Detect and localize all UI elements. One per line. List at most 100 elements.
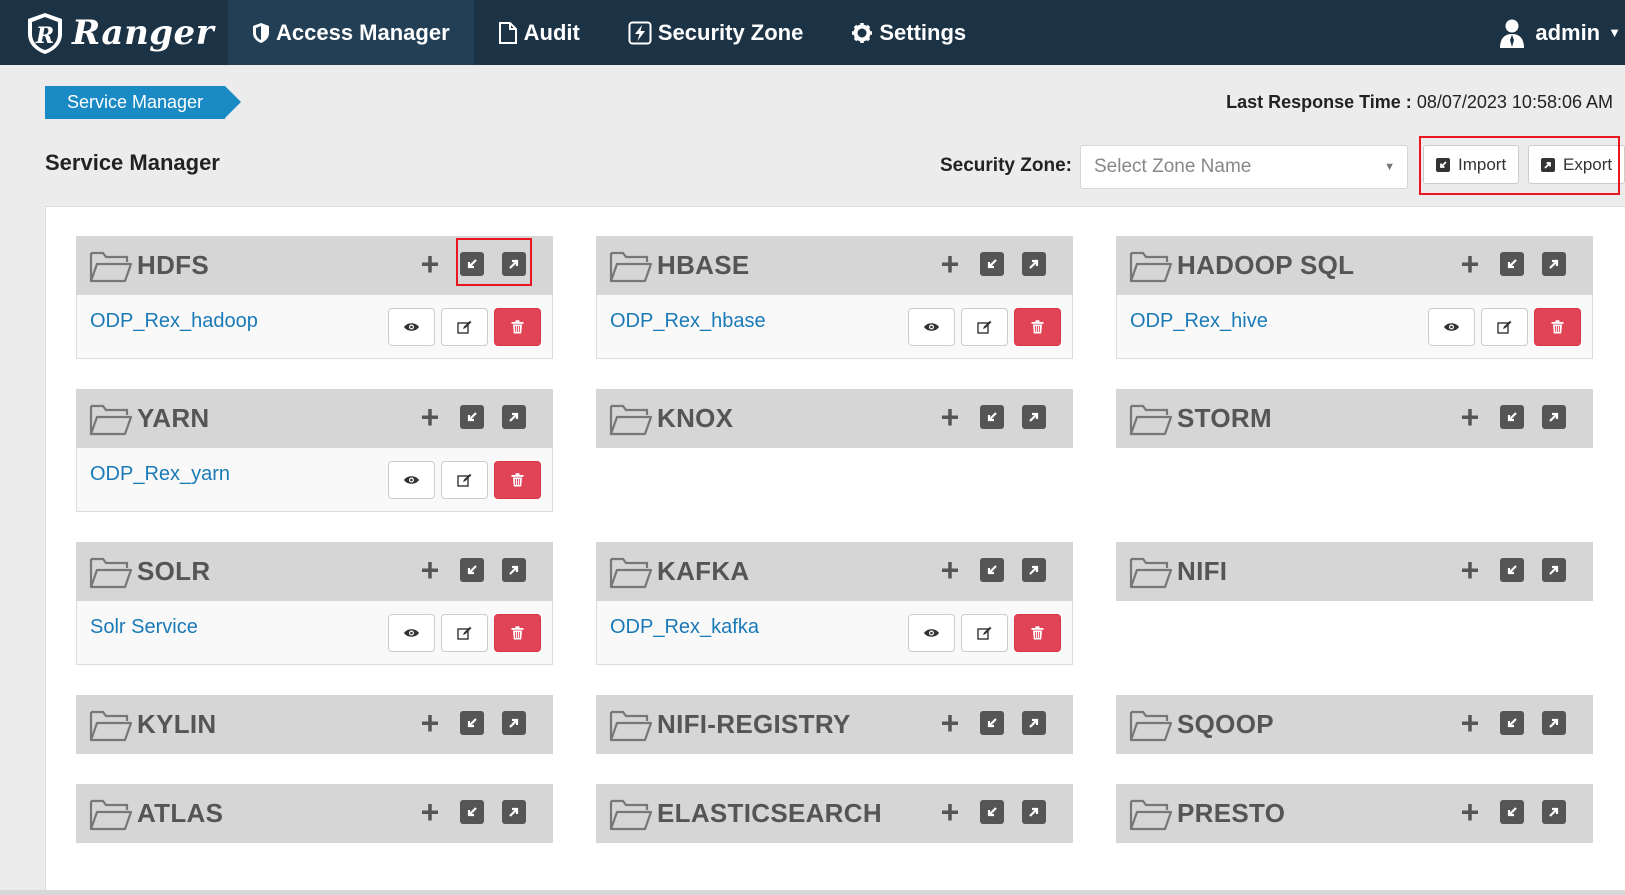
view-service-button[interactable] bbox=[908, 308, 955, 346]
export-service-button[interactable] bbox=[1540, 403, 1568, 431]
service-type-actions: + bbox=[1456, 554, 1582, 586]
export-service-button[interactable] bbox=[500, 709, 528, 737]
add-service-button[interactable]: + bbox=[936, 796, 964, 828]
import-service-button[interactable] bbox=[978, 798, 1006, 826]
add-service-button[interactable]: + bbox=[1456, 707, 1484, 739]
delete-service-button[interactable] bbox=[1534, 308, 1581, 346]
add-service-button[interactable]: + bbox=[1456, 248, 1484, 280]
user-menu[interactable]: admin ▼ bbox=[1499, 0, 1625, 65]
import-service-button[interactable] bbox=[1498, 403, 1526, 431]
service-card-header: SOLR + bbox=[76, 542, 553, 601]
import-service-button[interactable] bbox=[458, 709, 486, 737]
service-name-link[interactable]: Solr Service bbox=[90, 616, 198, 639]
import-service-button[interactable] bbox=[1498, 250, 1526, 278]
breadcrumb[interactable]: Service Manager bbox=[45, 86, 242, 119]
delete-service-button[interactable] bbox=[494, 308, 541, 346]
view-service-button[interactable] bbox=[908, 614, 955, 652]
edit-service-button[interactable] bbox=[441, 461, 488, 499]
export-service-button[interactable] bbox=[1540, 798, 1568, 826]
import-service-button[interactable] bbox=[458, 556, 486, 584]
service-name-link[interactable]: ODP_Rex_kafka bbox=[610, 616, 759, 639]
service-type-actions: + bbox=[936, 554, 1062, 586]
edit-service-button[interactable] bbox=[961, 308, 1008, 346]
delete-service-button[interactable] bbox=[1014, 614, 1061, 652]
service-card-header: NIFI + bbox=[1116, 542, 1593, 601]
security-zone-select[interactable]: Select Zone Name ▼ bbox=[1080, 145, 1408, 189]
add-service-button[interactable]: + bbox=[416, 248, 444, 280]
export-service-button[interactable] bbox=[1020, 709, 1048, 737]
import-service-button[interactable] bbox=[978, 250, 1006, 278]
service-type-title: SQOOP bbox=[1177, 709, 1274, 739]
import-icon bbox=[980, 558, 1004, 582]
nav-security-zone[interactable]: Security Zone bbox=[604, 0, 827, 65]
export-service-button[interactable] bbox=[1540, 250, 1568, 278]
add-service-button[interactable]: + bbox=[1456, 554, 1484, 586]
service-name-link[interactable]: ODP_Rex_hive bbox=[1130, 310, 1268, 333]
trash-icon bbox=[511, 320, 524, 334]
export-icon bbox=[1542, 711, 1566, 735]
add-service-button[interactable]: + bbox=[416, 796, 444, 828]
export-service-button[interactable] bbox=[500, 798, 528, 826]
nav-settings[interactable]: Settings bbox=[827, 0, 990, 65]
service-row-actions bbox=[908, 308, 1067, 346]
eye-icon bbox=[404, 323, 419, 331]
add-service-button[interactable]: + bbox=[936, 707, 964, 739]
folder-open-icon bbox=[609, 799, 653, 830]
nav-audit[interactable]: Audit bbox=[474, 0, 604, 65]
export-icon bbox=[1542, 405, 1566, 429]
export-service-button[interactable] bbox=[500, 403, 528, 431]
add-service-button[interactable]: + bbox=[1456, 796, 1484, 828]
service-name-link[interactable]: ODP_Rex_yarn bbox=[90, 463, 230, 486]
delete-service-button[interactable] bbox=[1014, 308, 1061, 346]
export-service-button[interactable] bbox=[1540, 556, 1568, 584]
delete-service-button[interactable] bbox=[494, 614, 541, 652]
service-card-kylin: KYLIN + bbox=[76, 695, 553, 754]
import-service-button[interactable] bbox=[1498, 709, 1526, 737]
view-service-button[interactable] bbox=[388, 461, 435, 499]
edit-icon bbox=[977, 626, 992, 640]
export-service-button[interactable] bbox=[1020, 556, 1048, 584]
view-service-button[interactable] bbox=[388, 614, 435, 652]
view-service-button[interactable] bbox=[388, 308, 435, 346]
import-service-button[interactable] bbox=[458, 403, 486, 431]
import-icon bbox=[1500, 558, 1524, 582]
edit-service-button[interactable] bbox=[441, 614, 488, 652]
security-zone-label: Security Zone: bbox=[940, 155, 1072, 176]
export-service-button[interactable] bbox=[1540, 709, 1568, 737]
nav-access-manager[interactable]: Access Manager bbox=[228, 0, 474, 65]
add-service-button[interactable]: + bbox=[1456, 401, 1484, 433]
import-service-button[interactable] bbox=[978, 709, 1006, 737]
edit-service-button[interactable] bbox=[1481, 308, 1528, 346]
folder-open-icon bbox=[1129, 557, 1173, 588]
export-service-button[interactable] bbox=[1020, 798, 1048, 826]
edit-service-button[interactable] bbox=[961, 614, 1008, 652]
export-service-button[interactable] bbox=[1020, 250, 1048, 278]
import-service-button[interactable] bbox=[978, 403, 1006, 431]
add-service-button[interactable]: + bbox=[416, 401, 444, 433]
service-row: ODP_Rex_hive bbox=[1116, 295, 1593, 359]
service-name-link[interactable]: ODP_Rex_hbase bbox=[610, 310, 766, 333]
delete-service-button[interactable] bbox=[494, 461, 541, 499]
add-service-button[interactable]: + bbox=[416, 554, 444, 586]
view-service-button[interactable] bbox=[1428, 308, 1475, 346]
import-service-button[interactable] bbox=[1498, 556, 1526, 584]
service-card-hbase: HBASE + ODP_Rex_hbase bbox=[596, 236, 1073, 359]
export-service-button[interactable] bbox=[1020, 403, 1048, 431]
service-card-header: NIFI-REGISTRY + bbox=[596, 695, 1073, 754]
edit-service-button[interactable] bbox=[441, 308, 488, 346]
service-card-header: ATLAS + bbox=[76, 784, 553, 843]
import-service-button[interactable] bbox=[458, 798, 486, 826]
chevron-down-icon: ▼ bbox=[1608, 25, 1621, 40]
edit-icon bbox=[457, 626, 472, 640]
add-service-button[interactable]: + bbox=[416, 707, 444, 739]
add-service-button[interactable]: + bbox=[936, 248, 964, 280]
add-service-button[interactable]: + bbox=[936, 554, 964, 586]
export-service-button[interactable] bbox=[500, 556, 528, 584]
import-service-button[interactable] bbox=[978, 556, 1006, 584]
service-type-actions: + bbox=[936, 401, 1062, 433]
import-service-button[interactable] bbox=[1498, 798, 1526, 826]
service-name-link[interactable]: ODP_Rex_hadoop bbox=[90, 310, 258, 333]
brand[interactable]: R Ranger bbox=[0, 0, 228, 65]
add-service-button[interactable]: + bbox=[936, 401, 964, 433]
folder-open-icon bbox=[89, 710, 133, 741]
